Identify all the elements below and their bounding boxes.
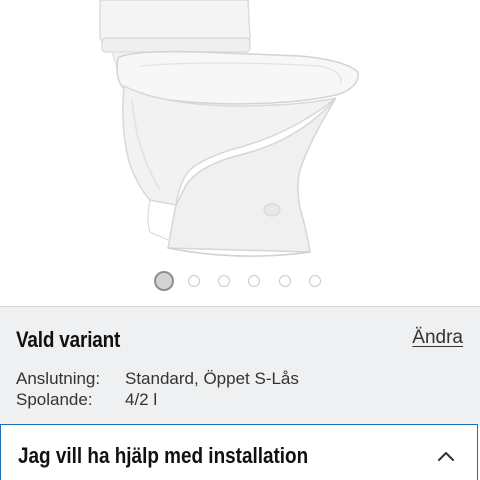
- carousel-dot-4[interactable]: [248, 275, 260, 287]
- spec-value: 4/2 l: [125, 390, 158, 409]
- installation-help-accordion[interactable]: Jag vill ha hjälp med installation: [0, 424, 478, 480]
- carousel-dot-2[interactable]: [188, 275, 200, 287]
- product-gallery[interactable]: [0, 0, 480, 306]
- chevron-up-icon[interactable]: [437, 450, 455, 462]
- spec-row-flush: Spolande: 4/2 l: [16, 390, 157, 410]
- variant-title: Vald variant: [16, 327, 121, 352]
- selected-variant-panel: Vald variant Ändra Anslutning: Standard, …: [0, 306, 480, 425]
- carousel-dot-5[interactable]: [279, 275, 291, 287]
- product-image: [99, 0, 359, 257]
- change-variant-link[interactable]: Ändra: [412, 327, 463, 349]
- carousel-dot-3[interactable]: [218, 275, 230, 287]
- spec-row-connection: Anslutning: Standard, Öppet S-Lås: [16, 369, 299, 389]
- spec-label: Anslutning:: [16, 369, 101, 388]
- spec-value: Standard, Öppet S-Lås: [125, 369, 299, 388]
- installation-help-title: Jag vill ha hjälp med installation: [18, 443, 309, 468]
- carousel-dots: [0, 271, 480, 291]
- spec-label: Spolande:: [16, 390, 93, 409]
- carousel-dot-1[interactable]: [154, 271, 174, 291]
- carousel-dot-6[interactable]: [309, 275, 321, 287]
